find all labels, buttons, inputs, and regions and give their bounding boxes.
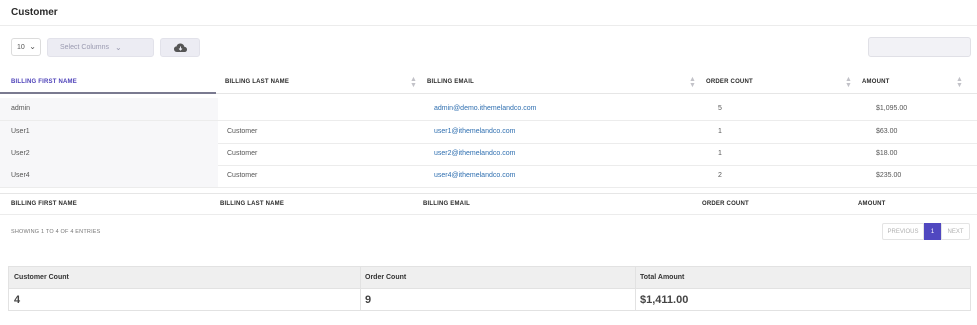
sort-icon[interactable]: ▲ ▼	[689, 76, 696, 89]
search-input[interactable]	[868, 37, 971, 57]
sort-icon[interactable]: ▲ ▼	[956, 76, 963, 89]
summary-header-order-count: Order Count	[365, 274, 407, 281]
cell-order-count: 1	[718, 128, 722, 135]
sorted-column-shade	[0, 98, 218, 120]
page-length-select[interactable]: 10 ⌄	[11, 38, 41, 56]
page-length-value: 10	[17, 43, 25, 51]
cell-first-name: admin	[11, 105, 31, 112]
footer-amount: AMOUNT	[858, 201, 886, 207]
footer-divider	[0, 193, 977, 194]
chevron-down-icon: ⌄	[115, 43, 122, 52]
page-1-button[interactable]: 1	[924, 223, 941, 240]
table-row: User2 Customer user2@ithemelandco.com 1 …	[0, 143, 977, 166]
summary-header-row	[9, 267, 970, 289]
cell-order-count: 1	[718, 150, 722, 157]
active-sort-indicator	[0, 92, 216, 94]
cell-email[interactable]: user1@ithemelandco.com	[434, 128, 515, 135]
sorted-column-shade	[0, 121, 218, 143]
download-button[interactable]	[160, 38, 200, 57]
summary-header-customer-count: Customer Count	[14, 274, 69, 281]
cell-last-name: Customer	[227, 172, 258, 179]
summary-column-divider	[635, 267, 636, 310]
sorted-column-shade	[0, 143, 218, 165]
column-header-billing-first-name[interactable]: BILLING FIRST NAME	[11, 79, 77, 85]
page-title: Customer	[11, 7, 58, 18]
footer-billing-email: BILLING EMAIL	[423, 201, 470, 207]
title-divider	[0, 25, 977, 26]
cell-last-name: Customer	[227, 150, 258, 157]
cell-first-name: User1	[11, 128, 30, 135]
cell-amount: $18.00	[876, 150, 898, 157]
cell-email[interactable]: user2@ithemelandco.com	[434, 150, 515, 157]
sort-icon[interactable]: ▲ ▼	[845, 76, 852, 89]
cell-first-name: User4	[11, 172, 30, 179]
cell-order-count: 2	[718, 172, 722, 179]
cloud-download-icon	[173, 43, 187, 52]
footer-order-count: ORDER COUNT	[702, 201, 749, 207]
cell-first-name: User2	[11, 150, 30, 157]
table-row: admin admin@demo.ithemelandco.com 5 $1,0…	[0, 98, 977, 121]
sorted-column-shade	[0, 165, 218, 187]
footer-bottom-divider	[0, 214, 977, 215]
entries-info: SHOWING 1 TO 4 OF 4 ENTRIES	[11, 229, 101, 235]
table-row: User1 Customer user1@ithemelandco.com 1 …	[0, 121, 977, 144]
column-header-order-count[interactable]: ORDER COUNT	[706, 79, 753, 85]
summary-table: Customer Count Order Count Total Amount …	[8, 266, 971, 311]
select-columns-placeholder: Select Columns	[60, 44, 110, 51]
cell-amount: $235.00	[876, 172, 902, 179]
cell-order-count: 5	[718, 105, 722, 112]
table-row: User4 Customer user4@ithemelandco.com 2 …	[0, 165, 977, 188]
column-header-amount[interactable]: AMOUNT	[862, 79, 890, 85]
cell-amount: $1,095.00	[876, 105, 908, 112]
cell-email[interactable]: admin@demo.ithemelandco.com	[434, 105, 536, 112]
previous-page-button[interactable]: PREVIOUS	[882, 223, 924, 240]
sort-icon[interactable]: ▲ ▼	[410, 76, 417, 89]
select-columns-dropdown[interactable]: Select Columns ⌄	[47, 38, 154, 57]
summary-column-divider	[360, 267, 361, 310]
summary-total-amount: $1,411.00	[640, 294, 689, 306]
column-header-billing-last-name[interactable]: BILLING LAST NAME	[225, 79, 289, 85]
cell-last-name: Customer	[227, 128, 258, 135]
summary-customer-count: 4	[14, 294, 21, 306]
footer-billing-first-name: BILLING FIRST NAME	[11, 201, 77, 207]
chevron-down-icon: ⌄	[29, 42, 36, 51]
footer-billing-last-name: BILLING LAST NAME	[220, 201, 285, 207]
summary-header-total-amount: Total Amount	[640, 274, 685, 281]
next-page-button[interactable]: NEXT	[941, 223, 970, 240]
column-header-billing-email[interactable]: BILLING EMAIL	[427, 79, 474, 85]
cell-email[interactable]: user4@ithemelandco.com	[434, 172, 515, 179]
summary-order-count: 9	[365, 294, 372, 306]
cell-amount: $63.00	[876, 128, 898, 135]
